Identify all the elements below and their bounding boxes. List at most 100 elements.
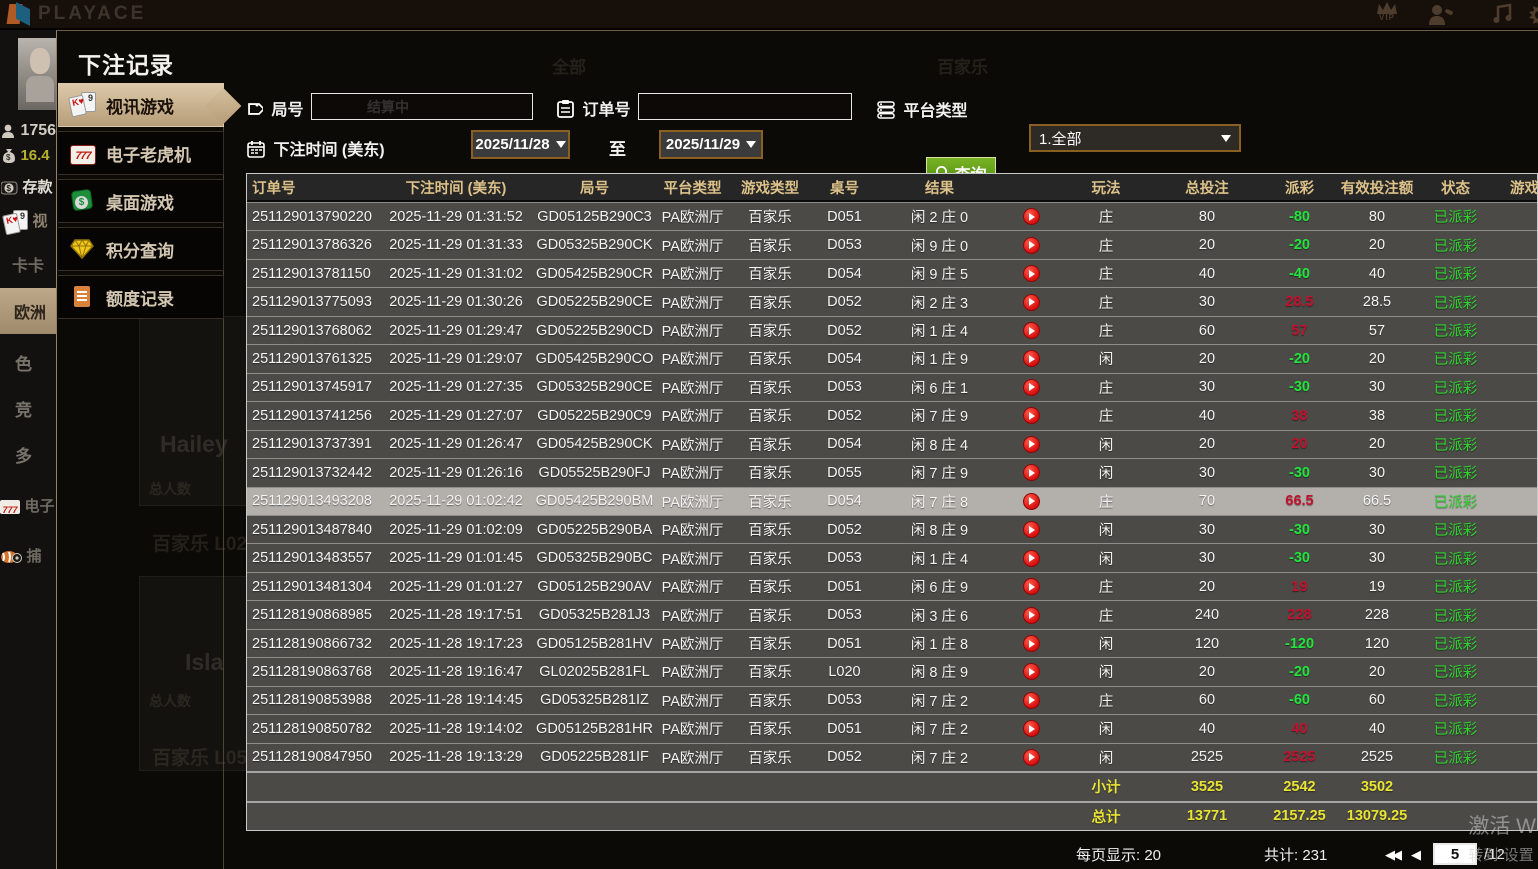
cell-round-id: GD05325B290CK bbox=[532, 231, 657, 258]
play-replay-button[interactable] bbox=[1023, 607, 1040, 624]
table-row[interactable]: 2511290134932082025-11-29 01:02:42GD0542… bbox=[247, 487, 1537, 515]
table-row[interactable]: 2511281908637682025-11-28 19:16:47GL0202… bbox=[247, 657, 1537, 685]
nav-card-games[interactable]: 卡卡 bbox=[12, 252, 44, 276]
play-replay-button[interactable] bbox=[1023, 208, 1040, 225]
table-row[interactable]: 2511281908689852025-11-28 19:17:51GD0532… bbox=[247, 600, 1537, 628]
playace-logo-icon bbox=[8, 2, 32, 26]
play-replay-button[interactable] bbox=[1023, 578, 1040, 595]
play-replay-button[interactable] bbox=[1023, 237, 1040, 254]
cell-replay bbox=[1002, 260, 1060, 287]
cell-total-bet: 20 bbox=[1152, 431, 1262, 458]
vip-icon[interactable]: VIP bbox=[1370, 2, 1404, 28]
nav-slots[interactable]: 777 电子 bbox=[0, 495, 54, 516]
platform-type-select[interactable]: 1.全部 bbox=[1029, 124, 1241, 152]
table-row[interactable]: 2511290137680622025-11-29 01:29:47GD0522… bbox=[247, 316, 1537, 344]
table-row[interactable]: 2511290137412562025-11-29 01:27:07GD0522… bbox=[247, 401, 1537, 429]
deposit-button[interactable]: $ 存款 bbox=[1, 176, 52, 197]
cell-result: 闲 2 庄 0 bbox=[877, 203, 1002, 230]
cell-bet-time: 2025-11-29 01:31:52 bbox=[380, 203, 532, 230]
ghost-dealer1-name: Hailey bbox=[160, 431, 228, 458]
play-replay-button[interactable] bbox=[1023, 550, 1040, 567]
sidebar-item-label: 桌面游戏 bbox=[106, 189, 174, 214]
play-replay-button[interactable] bbox=[1023, 749, 1040, 766]
music-icon[interactable] bbox=[1486, 3, 1520, 29]
table-row[interactable]: 2511290137324422025-11-29 01:26:16GD0552… bbox=[247, 458, 1537, 486]
cell-total-bet: 240 bbox=[1152, 601, 1262, 628]
table-row[interactable]: 2511281908539882025-11-28 19:14:45GD0532… bbox=[247, 686, 1537, 714]
table-row[interactable]: 2511281908507822025-11-28 19:14:02GD0512… bbox=[247, 714, 1537, 742]
play-replay-button[interactable] bbox=[1023, 493, 1040, 510]
play-replay-button[interactable] bbox=[1023, 720, 1040, 737]
cell-game-video: - bbox=[1494, 744, 1538, 771]
cell-replay bbox=[1002, 203, 1060, 230]
cell-total-bet: 30 bbox=[1152, 374, 1262, 401]
avatar[interactable] bbox=[18, 38, 56, 110]
cell-bet-type: 庄 bbox=[1060, 260, 1152, 287]
nav-compete[interactable]: 竞 bbox=[15, 396, 32, 421]
order-id-input[interactable] bbox=[638, 93, 852, 120]
brand-logo[interactable]: PLAYACE bbox=[8, 2, 146, 26]
customer-service-icon[interactable] bbox=[1424, 4, 1458, 30]
sidebar-item-1[interactable]: 9K♥视讯游戏 bbox=[58, 83, 224, 127]
cell-bet-type: 闲 bbox=[1060, 544, 1152, 571]
play-replay-button[interactable] bbox=[1023, 379, 1040, 396]
table-row[interactable]: 2511290137613252025-11-29 01:29:07GD0542… bbox=[247, 344, 1537, 372]
nav-fishing[interactable]: 捕 bbox=[0, 545, 41, 566]
settings-gear-icon[interactable] bbox=[1522, 3, 1538, 29]
cell-status: 已派彩 bbox=[1417, 601, 1494, 628]
sidebar-item-5[interactable]: 额度记录 bbox=[58, 275, 224, 319]
cell-empty bbox=[728, 773, 812, 800]
first-page-button[interactable]: ◀◀ bbox=[1385, 847, 1399, 863]
cell-game-video: - bbox=[1494, 317, 1538, 344]
cell-game-type: 百家乐 bbox=[728, 203, 812, 230]
play-replay-button[interactable] bbox=[1023, 692, 1040, 709]
date-from-picker[interactable]: 2025/11/28 bbox=[471, 130, 570, 159]
table-row[interactable]: 2511290137459172025-11-29 01:27:35GD0532… bbox=[247, 373, 1537, 401]
play-replay-button[interactable] bbox=[1023, 322, 1040, 339]
table-row[interactable]: 2511281908667322025-11-28 19:17:23GD0512… bbox=[247, 629, 1537, 657]
cell-game-type: 百家乐 bbox=[728, 488, 812, 515]
table-row[interactable]: 2511290134813042025-11-29 01:01:27GD0512… bbox=[247, 572, 1537, 600]
play-replay-button[interactable] bbox=[1023, 436, 1040, 453]
sidebar-item-3[interactable]: $桌面游戏 bbox=[58, 179, 224, 223]
nav-video-games[interactable]: 9K♥ 视 bbox=[4, 210, 47, 234]
table-row[interactable]: 2511290137750932025-11-29 01:30:26GD0522… bbox=[247, 287, 1537, 315]
cell-game-video: - bbox=[1494, 630, 1538, 657]
play-replay-button[interactable] bbox=[1023, 464, 1040, 481]
table-row[interactable]: 2511290137863262025-11-29 01:31:33GD0532… bbox=[247, 230, 1537, 258]
cell-bet-type: 庄 bbox=[1060, 231, 1152, 258]
table-row[interactable]: 2511290137373912025-11-29 01:26:47GD0542… bbox=[247, 430, 1537, 458]
nav-europe-hall[interactable]: 欧洲 bbox=[0, 288, 56, 334]
page-number-input[interactable] bbox=[1433, 843, 1477, 865]
cell-payout: 19 bbox=[1262, 573, 1337, 600]
cell-platform: PA欧洲厅 bbox=[657, 402, 728, 429]
sidebar-item-4[interactable]: 积分查询 bbox=[58, 227, 224, 271]
nav-multi-table[interactable]: 多 bbox=[15, 442, 32, 467]
prev-page-button[interactable]: ◀ bbox=[1411, 847, 1418, 863]
round-id-input[interactable] bbox=[311, 93, 533, 120]
cell-payout: -30 bbox=[1262, 374, 1337, 401]
table-row[interactable]: 2511290137811502025-11-29 01:31:02GD0542… bbox=[247, 259, 1537, 287]
table-row[interactable]: 2511281908479502025-11-28 19:13:29GD0522… bbox=[247, 743, 1537, 771]
play-replay-button[interactable] bbox=[1023, 635, 1040, 652]
nav-sedie[interactable]: 色 bbox=[15, 350, 32, 375]
cell-status: 已派彩 bbox=[1417, 374, 1494, 401]
cell-result: 闲 1 庄 8 bbox=[877, 630, 1002, 657]
table-row[interactable]: 2511290134878402025-11-29 01:02:09GD0522… bbox=[247, 515, 1537, 543]
cell-game-type: 百家乐 bbox=[728, 601, 812, 628]
table-header-row: 订单号下注时间 (美东)局号平台类型游戏类型桌号结果玩法总投注派彩有效投注额状态… bbox=[247, 174, 1537, 202]
play-replay-button[interactable] bbox=[1023, 294, 1040, 311]
play-replay-button[interactable] bbox=[1023, 407, 1040, 424]
play-replay-button[interactable] bbox=[1023, 663, 1040, 680]
cell-payout: -80 bbox=[1262, 203, 1337, 230]
table-row[interactable]: 2511290137902202025-11-29 01:31:52GD0512… bbox=[247, 202, 1537, 230]
table-row[interactable]: 2511290134835572025-11-29 01:01:45GD0532… bbox=[247, 543, 1537, 571]
cell-total-bet: 2525 bbox=[1152, 744, 1262, 771]
date-to-picker[interactable]: 2025/11/29 bbox=[659, 130, 763, 159]
sidebar-item-2[interactable]: 777电子老虎机 bbox=[58, 131, 224, 175]
cell-payout: -20 bbox=[1262, 658, 1337, 685]
play-replay-button[interactable] bbox=[1023, 265, 1040, 282]
cell-valid-bet: 80 bbox=[1337, 203, 1417, 230]
play-replay-button[interactable] bbox=[1023, 350, 1040, 367]
play-replay-button[interactable] bbox=[1023, 521, 1040, 538]
